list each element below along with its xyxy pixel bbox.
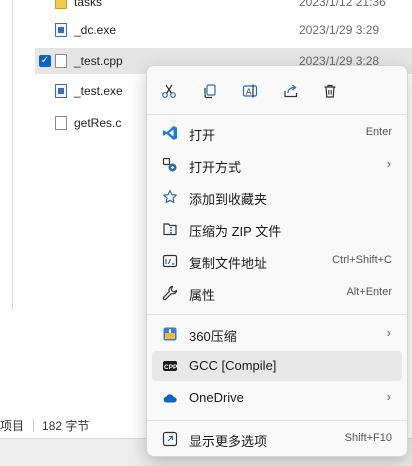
360zip-icon <box>163 327 177 341</box>
file-name: _dc.exe <box>74 23 117 37</box>
menu-item-label: 属性 <box>189 288 216 303</box>
menu-item-onedrive[interactable]: OneDrive › <box>152 383 402 413</box>
menu-item-add-favorite[interactable]: 添加到收藏夹 <box>152 182 402 212</box>
star-icon <box>163 189 177 204</box>
context-menu: A 打开 Enter 打开方式 › 添加到收藏夹 压缩为 ZIP 文件 复制文件… <box>146 65 408 457</box>
menu-item-label: GCC [Compile] <box>189 358 277 373</box>
cut-icon[interactable] <box>155 78 183 104</box>
file-name: _test.cpp <box>74 54 123 68</box>
menu-item-open-with[interactable]: 打开方式 › <box>152 150 402 180</box>
status-divider <box>33 418 35 432</box>
svg-text:A: A <box>246 88 252 97</box>
chevron-right-icon: › <box>386 325 391 340</box>
exe-icon <box>55 84 67 98</box>
menu-item-copy-path[interactable]: 复制文件地址 Ctrl+Shift+C <box>152 246 402 276</box>
menu-item-label: 压缩为 ZIP 文件 <box>189 224 282 239</box>
menu-item-label: 打开方式 <box>189 160 242 175</box>
share-icon[interactable] <box>277 78 305 104</box>
menu-item-shortcut: Enter <box>365 126 392 138</box>
menu-item-360zip[interactable]: 360压缩 › <box>152 319 402 349</box>
menu-item-label: 打开 <box>189 128 216 143</box>
cpp-file-icon <box>55 54 67 68</box>
menu-divider <box>147 314 407 315</box>
zip-icon <box>163 223 177 236</box>
menu-divider <box>147 420 407 421</box>
menu-item-shortcut: Alt+Enter <box>346 286 392 298</box>
gcc-icon: CPP <box>163 361 178 371</box>
chevron-right-icon: › <box>386 389 391 404</box>
status-items: 项目 <box>0 418 25 433</box>
menu-item-label: 360压缩 <box>189 329 237 344</box>
onedrive-icon <box>163 394 177 403</box>
menu-item-compress-zip[interactable]: 压缩为 ZIP 文件 <box>152 214 402 244</box>
copy-icon[interactable] <box>196 78 224 104</box>
navigation-pane-edge <box>0 0 13 310</box>
rename-icon[interactable]: A <box>236 78 264 104</box>
menu-item-properties[interactable]: 属性 Alt+Enter <box>152 278 402 308</box>
file-date: 2023/1/29 3:29 <box>299 23 380 37</box>
copy-path-icon <box>162 254 178 268</box>
wrench-icon <box>162 285 178 301</box>
c-file-icon <box>55 116 67 130</box>
file-name: getRes.c <box>74 116 122 130</box>
file-name: _test.exe <box>74 84 123 98</box>
folder-icon <box>55 0 67 9</box>
selection-checkbox[interactable]: ✓ <box>39 55 51 67</box>
file-name: tasks <box>74 0 103 9</box>
menu-item-label: OneDrive <box>189 390 244 405</box>
menu-item-shortcut: Ctrl+Shift+C <box>332 254 392 266</box>
svg-text:CPP: CPP <box>164 364 178 371</box>
status-size: 182 字节 <box>42 418 90 433</box>
show-more-icon <box>162 431 178 447</box>
file-row-dc-exe[interactable]: _dc.exe 2023/1/29 3:29 <box>35 17 412 43</box>
menu-item-gcc-compile[interactable]: CPP GCC [Compile] <box>152 351 402 381</box>
menu-item-shortcut: Shift+F10 <box>344 432 392 444</box>
file-row-tasks[interactable]: tasks 2023/1/12 21:36 <box>35 0 412 15</box>
menu-item-label: 复制文件地址 <box>189 256 268 271</box>
file-date: 2023/1/12 21:36 <box>299 0 386 9</box>
menu-divider <box>147 114 407 115</box>
menu-item-label: 添加到收藏夹 <box>189 192 268 207</box>
vscode-icon <box>163 126 177 140</box>
exe-icon <box>55 23 67 37</box>
menu-item-label: 显示更多选项 <box>189 434 268 449</box>
chevron-right-icon: › <box>386 156 391 171</box>
menu-item-show-more[interactable]: 显示更多选项 Shift+F10 <box>152 424 402 454</box>
quick-actions-bar: A <box>147 66 407 114</box>
delete-icon[interactable] <box>316 78 344 104</box>
open-with-icon <box>162 157 177 172</box>
menu-item-open[interactable]: 打开 Enter <box>152 118 402 148</box>
